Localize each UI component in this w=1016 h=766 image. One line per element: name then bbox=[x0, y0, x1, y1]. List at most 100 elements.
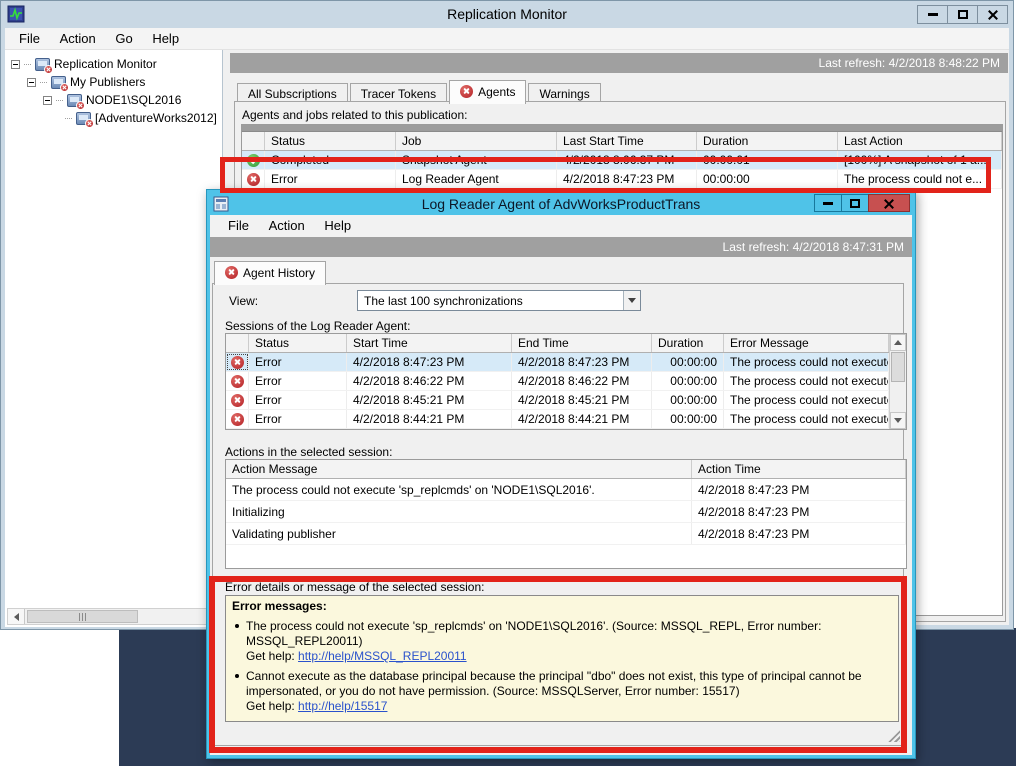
scroll-down-icon bbox=[894, 418, 902, 427]
column-header-status[interactable]: Status bbox=[249, 334, 347, 352]
close-button[interactable] bbox=[868, 194, 910, 212]
tree-node-label: My Publishers bbox=[70, 75, 145, 89]
title-bar: Replication Monitor bbox=[1, 1, 1013, 27]
column-header-end-time[interactable]: End Time bbox=[512, 334, 652, 352]
table-row-snapshot-agent[interactable]: Completed Snapshot Agent 4/2/2018 8:06:3… bbox=[242, 151, 1002, 170]
agents-grid-header: Status Job Last Start Time Duration Last… bbox=[242, 132, 1002, 151]
actions-grid: Action Message Action Time The process c… bbox=[225, 459, 907, 569]
menu-file[interactable]: File bbox=[220, 215, 257, 236]
menu-bar: File Action Go Help bbox=[5, 28, 1009, 50]
column-header-job[interactable]: Job bbox=[396, 132, 557, 150]
error-status-icon bbox=[231, 413, 244, 426]
get-help-label: Get help: bbox=[246, 649, 295, 663]
maximize-button[interactable] bbox=[841, 194, 869, 212]
tab-agents[interactable]: Agents bbox=[449, 80, 526, 104]
collapse-icon[interactable] bbox=[11, 60, 20, 69]
sessions-vertical-scrollbar[interactable] bbox=[889, 334, 906, 429]
help-link[interactable]: http://help/MSSQL_REPL20011 bbox=[298, 649, 467, 663]
bullet-icon bbox=[235, 624, 239, 628]
table-row-action-3[interactable]: Validating publisher 4/2/2018 8:47:23 PM bbox=[226, 523, 906, 545]
error-message-text: The process could not execute 'sp_replcm… bbox=[246, 619, 821, 648]
agents-section-label: Agents and jobs related to this publicat… bbox=[242, 108, 467, 122]
tree-node-node1-sql2016[interactable]: NODE1\SQL2016 bbox=[43, 91, 181, 109]
tree-node-replication-monitor[interactable]: Replication Monitor bbox=[11, 55, 157, 73]
error-status-icon bbox=[231, 356, 244, 369]
tree-horizontal-scrollbar[interactable] bbox=[7, 608, 220, 625]
tab-error-icon bbox=[225, 266, 238, 279]
bullet-icon bbox=[235, 674, 239, 678]
column-header-duration[interactable]: Duration bbox=[652, 334, 724, 352]
scrollbar-thumb[interactable] bbox=[891, 352, 905, 382]
tree-node-label: NODE1\SQL2016 bbox=[86, 93, 181, 107]
column-header-status-icon[interactable] bbox=[226, 334, 249, 352]
error-messages-heading: Error messages: bbox=[232, 599, 890, 614]
column-header-status[interactable]: Status bbox=[265, 132, 396, 150]
agent-history-tab-page: View: The last 100 synchronizations Sess… bbox=[212, 283, 904, 746]
actions-label: Actions in the selected session: bbox=[225, 445, 392, 459]
help-link[interactable]: http://help/15517 bbox=[298, 699, 387, 713]
minimize-icon bbox=[823, 202, 833, 205]
column-header-duration[interactable]: Duration bbox=[697, 132, 838, 150]
minimize-button[interactable] bbox=[814, 194, 842, 212]
error-message-item: The process could not execute 'sp_replcm… bbox=[232, 719, 890, 722]
view-dropdown[interactable]: The last 100 synchronizations bbox=[357, 290, 641, 311]
column-header-last-action[interactable]: Last Action bbox=[838, 132, 1002, 150]
agent-app-icon bbox=[213, 196, 229, 212]
close-button[interactable] bbox=[977, 5, 1008, 24]
table-row-session-3[interactable]: Error 4/2/2018 8:45:21 PM 4/2/2018 8:45:… bbox=[226, 391, 889, 410]
table-row-action-1[interactable]: The process could not execute 'sp_replcm… bbox=[226, 479, 906, 501]
last-refresh-bar: Last refresh: 4/2/2018 8:48:22 PM bbox=[230, 53, 1008, 73]
table-row-action-2[interactable]: Initializing 4/2/2018 8:47:23 PM bbox=[226, 501, 906, 523]
column-header-status-icon[interactable] bbox=[242, 132, 265, 150]
scroll-up-button[interactable] bbox=[890, 334, 906, 351]
tab-agent-history[interactable]: Agent History bbox=[214, 261, 326, 285]
get-help-label: Get help: bbox=[246, 699, 295, 713]
menu-action[interactable]: Action bbox=[52, 28, 104, 49]
error-details-label: Error details or message of the selected… bbox=[225, 580, 484, 594]
maximize-button[interactable] bbox=[947, 5, 978, 24]
tree-node-adventureworks2012[interactable]: [AdventureWorks2012] bbox=[65, 109, 217, 127]
publisher-tree-panel: Replication Monitor My Publishers NODE1\… bbox=[5, 50, 223, 627]
menu-action[interactable]: Action bbox=[261, 215, 313, 236]
window-controls bbox=[918, 5, 1008, 24]
scroll-up-icon bbox=[894, 336, 902, 345]
scroll-down-button[interactable] bbox=[890, 412, 906, 429]
actions-grid-header: Action Message Action Time bbox=[226, 460, 906, 479]
monitor-error-icon bbox=[35, 58, 50, 71]
tree-node-my-publishers[interactable]: My Publishers bbox=[27, 73, 145, 91]
menu-go[interactable]: Go bbox=[107, 28, 140, 49]
table-row-session-4[interactable]: Error 4/2/2018 8:44:21 PM 4/2/2018 8:44:… bbox=[226, 410, 889, 429]
publication-error-icon bbox=[76, 112, 91, 125]
close-icon bbox=[987, 9, 999, 20]
column-header-action-message[interactable]: Action Message bbox=[226, 460, 692, 478]
table-row-session-2[interactable]: Error 4/2/2018 8:46:22 PM 4/2/2018 8:46:… bbox=[226, 372, 889, 391]
column-header-error-message[interactable]: Error Message bbox=[724, 334, 889, 352]
maximize-icon bbox=[850, 199, 860, 208]
maximize-icon bbox=[958, 10, 968, 19]
menu-bar: File Action Help bbox=[210, 215, 912, 237]
close-icon bbox=[883, 198, 895, 209]
collapse-icon[interactable] bbox=[43, 96, 52, 105]
error-message-text: The process could not execute 'sp_replcm… bbox=[246, 719, 821, 722]
table-row-log-reader-agent[interactable]: Error Log Reader Agent 4/2/2018 8:47:23 … bbox=[242, 170, 1002, 189]
menu-help[interactable]: Help bbox=[316, 215, 359, 236]
minimize-icon bbox=[928, 13, 938, 16]
last-refresh-bar: Last refresh: 4/2/2018 8:47:31 PM bbox=[210, 237, 912, 257]
scrollbar-thumb[interactable] bbox=[27, 610, 138, 623]
error-details-box: Error messages: The process could not ex… bbox=[225, 595, 899, 722]
column-header-last-start-time[interactable]: Last Start Time bbox=[557, 132, 697, 150]
error-message-item: The process could not execute 'sp_replcm… bbox=[232, 619, 890, 664]
error-badge-icon bbox=[85, 119, 94, 128]
menu-file[interactable]: File bbox=[11, 28, 48, 49]
table-row-session-1[interactable]: Error 4/2/2018 8:47:23 PM 4/2/2018 8:47:… bbox=[226, 353, 889, 372]
collapse-icon[interactable] bbox=[27, 78, 36, 87]
resize-grip[interactable] bbox=[887, 729, 900, 742]
menu-help[interactable]: Help bbox=[144, 28, 187, 49]
minimize-button[interactable] bbox=[917, 5, 948, 24]
dropdown-button[interactable] bbox=[623, 291, 640, 310]
column-header-start-time[interactable]: Start Time bbox=[347, 334, 512, 352]
error-status-icon bbox=[231, 375, 244, 388]
chevron-down-icon bbox=[628, 298, 636, 307]
column-header-action-time[interactable]: Action Time bbox=[692, 460, 906, 478]
scroll-left-button[interactable] bbox=[8, 609, 25, 624]
